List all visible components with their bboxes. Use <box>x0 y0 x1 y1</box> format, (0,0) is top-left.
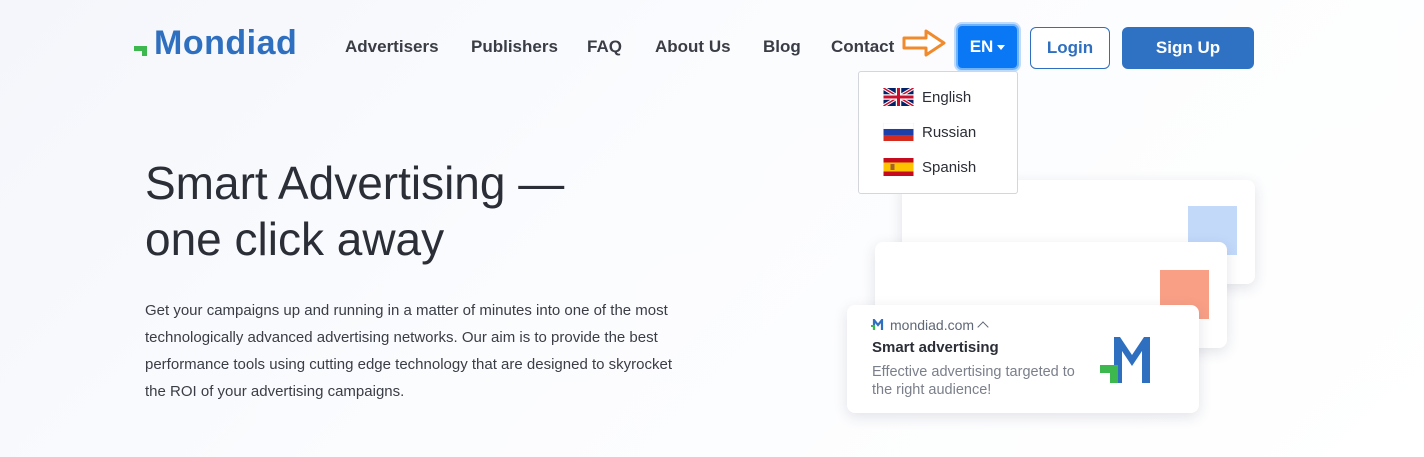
hero-title-line2: one click away <box>145 213 445 265</box>
language-option-label: Spanish <box>922 158 977 176</box>
login-button[interactable]: Login <box>1030 27 1110 69</box>
language-option-spanish[interactable]: Spanish <box>883 158 976 176</box>
nav-publishers[interactable]: Publishers <box>471 37 558 57</box>
language-option-english[interactable]: English <box>883 88 971 106</box>
nav-faq[interactable]: FAQ <box>587 37 622 57</box>
hero-description: Get your campaigns up and running in a m… <box>145 302 672 400</box>
ad-title: Smart advertising <box>872 339 999 356</box>
nav-blog[interactable]: Blog <box>763 37 801 57</box>
mondiad-logo[interactable]: Mondiad <box>134 24 297 63</box>
ad-domain: mondiad.com <box>871 317 989 333</box>
nav-about-us[interactable]: About Us <box>655 37 731 57</box>
language-current: EN <box>969 37 994 56</box>
logo-text: Mondiad <box>154 24 298 62</box>
language-option-russian[interactable]: Russian <box>883 123 976 141</box>
nav-advertisers[interactable]: Advertisers <box>345 37 439 57</box>
language-dropdown-button[interactable]: EN <box>956 24 1019 70</box>
uk-flag-icon <box>883 88 914 106</box>
language-option-label: English <box>922 88 972 106</box>
hero-title: Smart Advertising — one click away <box>145 155 745 267</box>
pointer-arrow-icon <box>902 29 946 57</box>
mondiad-m-logo-icon <box>1100 337 1150 383</box>
ad-domain-text: mondiad.com <box>890 317 975 333</box>
spain-flag-icon <box>883 158 914 176</box>
language-option-label: Russian <box>922 123 977 141</box>
signup-button[interactable]: Sign Up <box>1122 27 1254 69</box>
ad-subtitle: Effective advertising targeted to the ri… <box>872 364 1075 398</box>
nav-contact[interactable]: Contact <box>831 37 894 57</box>
mondiad-mini-logo-icon <box>871 319 884 330</box>
caret-down-icon <box>997 45 1006 50</box>
language-menu: English Russian Spanish <box>858 71 1018 194</box>
hero-title-line1: Smart Advertising — <box>145 157 565 209</box>
logo-mark-icon <box>134 45 147 56</box>
chevron-up-icon <box>977 321 989 333</box>
russia-flag-icon <box>883 123 914 141</box>
